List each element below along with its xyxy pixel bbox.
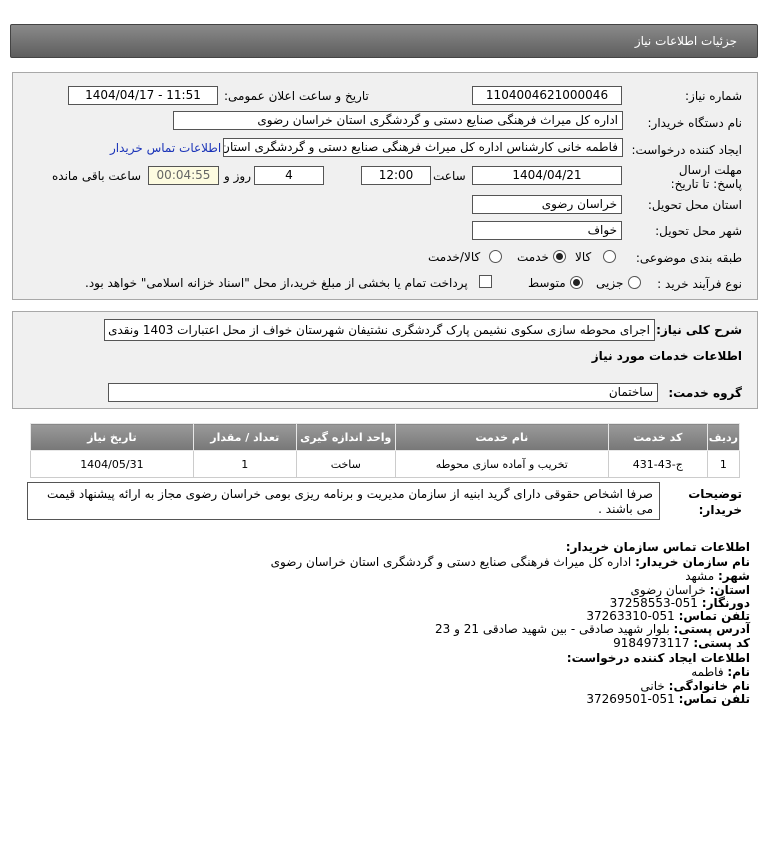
service-code-cell: ج-43-431 (607, 450, 708, 478)
summary-field: اجرای محوطه سازی سکوی نشیمن پارک گردشگری… (104, 319, 655, 341)
creator-last-name: نام خانوادگی: خانی (640, 679, 750, 693)
treasury-note: پرداخت تمام یا بخشی از مبلغ خرید،از محل … (85, 276, 468, 290)
page-title: جزئیات اطلاعات نیاز (634, 34, 737, 48)
contact-postal: کد پستی: 9184973117 (613, 636, 750, 650)
need-date-cell: 1404/05/31 (30, 450, 194, 478)
services-table: ردیف کد خدمت نام خدمت واحد اندازه گیری ت… (30, 423, 741, 478)
service-name-cell: تخریب و آماده سازی محوطه (394, 450, 609, 478)
province-label: استان محل تحویل: (647, 198, 742, 212)
category-goods-radio[interactable] (603, 250, 616, 263)
col-service-name: نام خدمت (394, 423, 609, 451)
remaining-time-label: ساعت باقی مانده (52, 169, 142, 183)
creator-phone-value: 051-37269501 (586, 692, 675, 706)
need-number-field: 1104004621000046 (472, 86, 622, 105)
contact-city: شهر: مشهد (685, 569, 750, 583)
contact-province-value: خراسان رضوی (630, 583, 706, 597)
province-field: خراسان رضوی (472, 195, 622, 214)
creator-last-name-value: خانی (640, 679, 665, 693)
contact-address: آدرس پستی: بلوار شهید صادقی - بین شهید ص… (435, 622, 750, 636)
buyer-org-label: نام دستگاه خریدار: (647, 116, 743, 130)
contact-phone-value: 051-37263310 (586, 609, 675, 623)
buyer-org-field: اداره کل میراث فرهنگی صنایع دستی و گردشگ… (173, 111, 623, 130)
contact-postal-value: 9184973117 (613, 636, 690, 650)
days-label: روز و (224, 169, 251, 183)
remaining-time-field: 00:04:55 (148, 166, 219, 185)
category-goods-service-label: کالا/خدمت (428, 250, 481, 264)
contact-fax: دورنگار: 051-37258553 (610, 596, 750, 610)
treasury-checkbox[interactable] (479, 275, 492, 288)
deadline-time-field: 12:00 (361, 166, 431, 185)
row-number-cell: 1 (706, 450, 741, 478)
contact-province-label: استان: (709, 583, 750, 597)
quantity-cell: 1 (192, 450, 297, 478)
table-header-row: ردیف کد خدمت نام خدمت واحد اندازه گیری ت… (30, 423, 741, 451)
contact-org: نام سازمان خریدار: اداره کل میراث فرهنگی… (271, 555, 750, 569)
announce-datetime-field: 1404/04/17 - 11:51 (68, 86, 218, 105)
need-number-label: شماره نیاز: (685, 89, 742, 103)
contact-title: اطلاعات تماس سازمان خریدار: (565, 540, 750, 554)
creator-last-name-label: نام خانوادگی: (668, 679, 750, 693)
contact-fax-value: 051-37258553 (609, 596, 698, 610)
category-goods-service-radio[interactable] (489, 250, 502, 263)
col-need-date: تاریخ نیاز (30, 423, 194, 451)
contact-postal-label: کد پستی: (693, 636, 750, 650)
contact-city-value: مشهد (685, 569, 715, 583)
request-details-panel (12, 72, 758, 300)
category-goods-label: کالا (575, 250, 592, 264)
col-quantity: تعداد / مقدار (192, 423, 297, 451)
category-label: طبقه بندی موضوعی: (635, 251, 742, 265)
contact-org-label: نام سازمان خریدار: (635, 555, 750, 569)
col-service-code: کد خدمت (607, 423, 708, 451)
creator-phone: تلفن تماس: 051-37269501 (586, 692, 750, 706)
city-field: خواف (472, 221, 622, 240)
service-group-field: ساختمان (108, 383, 658, 402)
contact-province: استان: خراسان رضوی (631, 583, 750, 597)
creator-first-name: نام: فاطمه (691, 665, 750, 679)
buyer-notes-label: توضیحات خریدار: (688, 487, 742, 517)
announce-datetime-label: تاریخ و ساعت اعلان عمومی: (224, 89, 369, 103)
creator-phone-label: تلفن تماس: (678, 692, 750, 706)
deadline-label: مهلت ارسال پاسخ: تا تاریخ: (670, 163, 742, 191)
creator-info-title: اطلاعات ایجاد کننده درخواست: (566, 651, 750, 665)
process-label: نوع فرآیند خرید : (657, 277, 742, 291)
table-row: 1 ج-43-431 تخریب و آماده سازی محوطه ساخت… (30, 450, 741, 478)
process-minor-label: جزیی (596, 276, 624, 290)
creator-label: ایجاد کننده درخواست: (631, 143, 742, 157)
contact-org-value: اداره کل میراث فرهنگی صنایع دستی و گردشگ… (270, 555, 632, 569)
days-remaining-field: 4 (254, 166, 324, 185)
services-title: اطلاعات خدمات مورد نیاز (591, 349, 742, 363)
page-header: جزئیات اطلاعات نیاز (10, 24, 758, 58)
col-row-number: ردیف (706, 423, 741, 451)
category-service-label: خدمت (517, 250, 549, 264)
buyer-contact-link[interactable]: اطلاعات تماس خریدار (110, 141, 221, 155)
creator-first-name-value: فاطمه (691, 665, 724, 679)
col-unit: واحد اندازه گیری (295, 423, 396, 451)
city-label: شهر محل تحویل: (655, 224, 742, 238)
contact-phone: تلفن تماس: 051-37263310 (586, 609, 750, 623)
contact-address-label: آدرس پستی: (673, 622, 750, 636)
summary-label: شرح کلی نیاز: (656, 323, 742, 337)
process-medium-radio[interactable] (570, 276, 583, 289)
buyer-notes-box: صرفا اشخاص حقوقی دارای گرید ابنیه از ساز… (27, 482, 660, 520)
process-minor-radio[interactable] (628, 276, 641, 289)
process-medium-label: متوسط (528, 276, 566, 290)
contact-fax-label: دورنگار: (701, 596, 750, 610)
contact-city-label: شهر: (718, 569, 750, 583)
unit-cell: ساخت (295, 450, 396, 478)
deadline-date-field: 1404/04/21 (472, 166, 622, 185)
deadline-time-label: ساعت (433, 169, 466, 183)
creator-first-name-label: نام: (727, 665, 750, 679)
category-service-radio[interactable] (553, 250, 566, 263)
contact-address-value: بلوار شهید صادقی - بین شهید صادقی 21 و 2… (435, 622, 670, 636)
creator-field: فاطمه خانی کارشناس اداره کل میراث فرهنگی… (223, 138, 623, 157)
contact-phone-label: تلفن تماس: (678, 609, 750, 623)
service-group-label: گروه خدمت: (668, 386, 742, 400)
